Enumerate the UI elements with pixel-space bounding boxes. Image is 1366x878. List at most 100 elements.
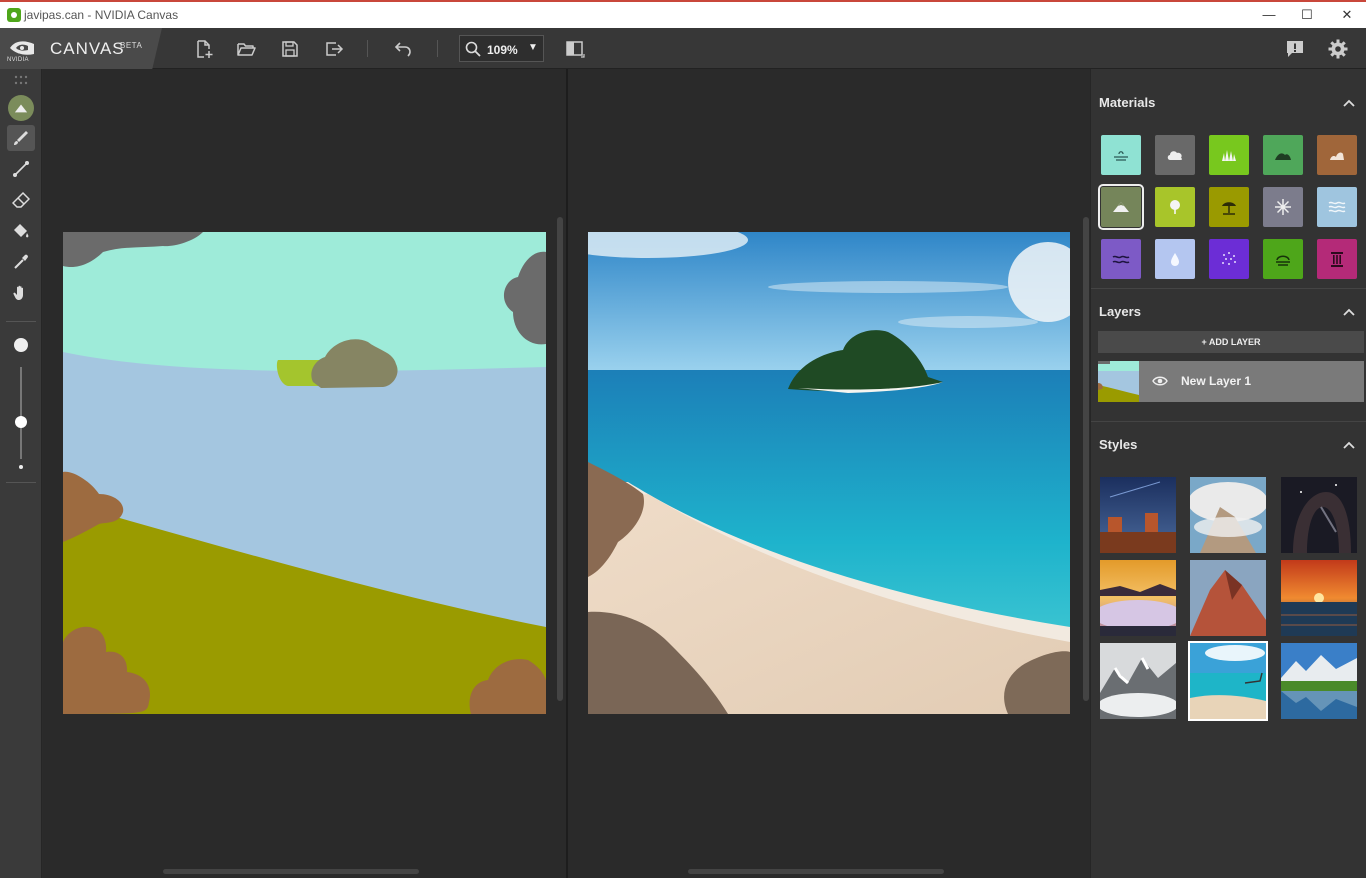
style-thumbnail-selected[interactable] bbox=[1188, 641, 1268, 721]
mountain-icon bbox=[1113, 202, 1129, 212]
style-thumbnail[interactable] bbox=[1100, 560, 1176, 636]
material-river[interactable] bbox=[1101, 239, 1141, 279]
material-dirt[interactable] bbox=[1317, 135, 1357, 175]
eyedropper-icon bbox=[14, 254, 28, 269]
tool-strip bbox=[0, 69, 42, 878]
eye-visibility-icon[interactable] bbox=[1152, 374, 1168, 388]
open-file-button[interactable] bbox=[233, 36, 259, 62]
vendor-name: NVIDIA bbox=[7, 57, 29, 63]
eraser-icon bbox=[12, 191, 30, 208]
material-water[interactable] bbox=[1155, 239, 1195, 279]
material-beach[interactable] bbox=[1209, 187, 1249, 227]
umbrella-icon bbox=[1222, 202, 1236, 215]
eraser-tool[interactable] bbox=[7, 187, 35, 213]
export-button[interactable] bbox=[321, 36, 347, 62]
segmentation-canvas[interactable] bbox=[63, 232, 546, 714]
hill-icon bbox=[1275, 153, 1291, 160]
layer-item[interactable]: New Layer 1 bbox=[1098, 361, 1364, 402]
material-lake[interactable] bbox=[1263, 239, 1303, 279]
material-snow[interactable] bbox=[1263, 187, 1303, 227]
pan-tool[interactable] bbox=[7, 280, 35, 306]
output-canvas bbox=[588, 232, 1070, 714]
segmentation-map bbox=[63, 232, 546, 714]
collapse-styles-chevron-up-icon[interactable] bbox=[1342, 438, 1356, 452]
material-grass[interactable] bbox=[1209, 135, 1249, 175]
undo-icon bbox=[394, 42, 411, 57]
active-material-button[interactable] bbox=[8, 95, 34, 121]
mountain-icon bbox=[14, 104, 28, 113]
generated-beach-image bbox=[588, 232, 1070, 714]
styles-title: Styles bbox=[1099, 437, 1138, 452]
right-vertical-scrollbar[interactable] bbox=[1083, 217, 1089, 701]
material-stone[interactable] bbox=[1317, 239, 1357, 279]
gear-icon bbox=[1328, 39, 1348, 59]
brush-size-min-indicator bbox=[19, 465, 23, 469]
grass-icon bbox=[1222, 150, 1236, 161]
style-thumbnail[interactable] bbox=[1100, 643, 1176, 719]
brush-tool[interactable] bbox=[7, 125, 35, 151]
undo-button[interactable] bbox=[389, 36, 415, 62]
material-bush[interactable] bbox=[1155, 187, 1195, 227]
material-fog[interactable] bbox=[1209, 239, 1249, 279]
style-thumbnail[interactable] bbox=[1100, 477, 1176, 553]
folder-open-icon bbox=[237, 43, 256, 56]
style-snowy-mountains bbox=[1100, 643, 1176, 719]
close-button[interactable]: ✕ bbox=[1324, 2, 1366, 28]
line-tool[interactable] bbox=[7, 156, 35, 182]
material-sky[interactable] bbox=[1101, 135, 1141, 175]
zoom-control[interactable]: 109% ▼ bbox=[459, 35, 544, 62]
style-thumbnail[interactable] bbox=[1281, 643, 1357, 719]
brand: NVIDIA CANVAS BETA bbox=[0, 28, 162, 69]
section-separator bbox=[1091, 288, 1366, 289]
style-red-mountain bbox=[1190, 560, 1266, 636]
material-sea[interactable] bbox=[1317, 187, 1357, 227]
left-vertical-scrollbar[interactable] bbox=[557, 217, 563, 701]
hand-icon bbox=[13, 285, 23, 300]
style-thumbnail[interactable] bbox=[1281, 560, 1357, 636]
style-desert-night bbox=[1100, 477, 1176, 553]
pane-divider[interactable] bbox=[566, 69, 568, 878]
sky-icon bbox=[1114, 151, 1128, 161]
zoom-dropdown-arrow-icon[interactable]: ▼ bbox=[528, 42, 538, 53]
left-horizontal-scrollbar[interactable] bbox=[163, 869, 419, 874]
settings-button[interactable] bbox=[1325, 36, 1351, 62]
style-thumbnail[interactable] bbox=[1281, 477, 1357, 553]
save-file-button[interactable] bbox=[277, 36, 303, 62]
new-file-icon bbox=[197, 40, 213, 58]
cloud-icon bbox=[1167, 151, 1183, 160]
style-tropical-beach bbox=[1190, 643, 1266, 719]
brush-size-slider-knob[interactable] bbox=[15, 416, 27, 428]
tool-separator bbox=[6, 482, 36, 483]
style-thumbnail[interactable] bbox=[1190, 477, 1266, 553]
style-thumbnail[interactable] bbox=[1190, 560, 1266, 636]
style-ocean-sunset bbox=[1281, 560, 1357, 636]
compare-view-button[interactable] bbox=[562, 36, 588, 62]
tool-separator bbox=[6, 321, 36, 322]
side-panel: Materials Layers + ADD LAYER New Layer 1… bbox=[1090, 69, 1366, 878]
paint-bucket-tool[interactable] bbox=[7, 218, 35, 244]
add-layer-button[interactable]: + ADD LAYER bbox=[1098, 331, 1364, 353]
brush-size-max-indicator bbox=[14, 338, 28, 352]
feedback-button[interactable] bbox=[1282, 36, 1308, 62]
brush-size-slider[interactable] bbox=[20, 367, 22, 459]
material-cloud[interactable] bbox=[1155, 135, 1195, 175]
eyedropper-tool[interactable] bbox=[7, 249, 35, 275]
right-horizontal-scrollbar[interactable] bbox=[688, 869, 944, 874]
drag-grip-icon[interactable] bbox=[14, 75, 28, 85]
rock-icon bbox=[1330, 152, 1344, 160]
app-icon bbox=[7, 8, 21, 22]
water-drop-icon bbox=[1171, 253, 1179, 266]
title-bar: javipas.can - NVIDIA Canvas — ☐ ✕ bbox=[0, 0, 1366, 28]
style-night-arch bbox=[1281, 477, 1357, 553]
new-file-button[interactable] bbox=[191, 36, 217, 62]
brush-icon bbox=[14, 131, 28, 145]
material-hill[interactable] bbox=[1263, 135, 1303, 175]
magnifier-icon bbox=[465, 41, 481, 57]
collapse-layers-chevron-up-icon[interactable] bbox=[1342, 305, 1356, 319]
work-area bbox=[43, 69, 1090, 878]
material-mountain[interactable] bbox=[1098, 184, 1144, 230]
layer-thumbnail bbox=[1098, 361, 1139, 402]
nvidia-logo-icon bbox=[10, 41, 34, 55]
section-separator bbox=[1091, 421, 1366, 422]
collapse-materials-chevron-up-icon[interactable] bbox=[1342, 96, 1356, 110]
